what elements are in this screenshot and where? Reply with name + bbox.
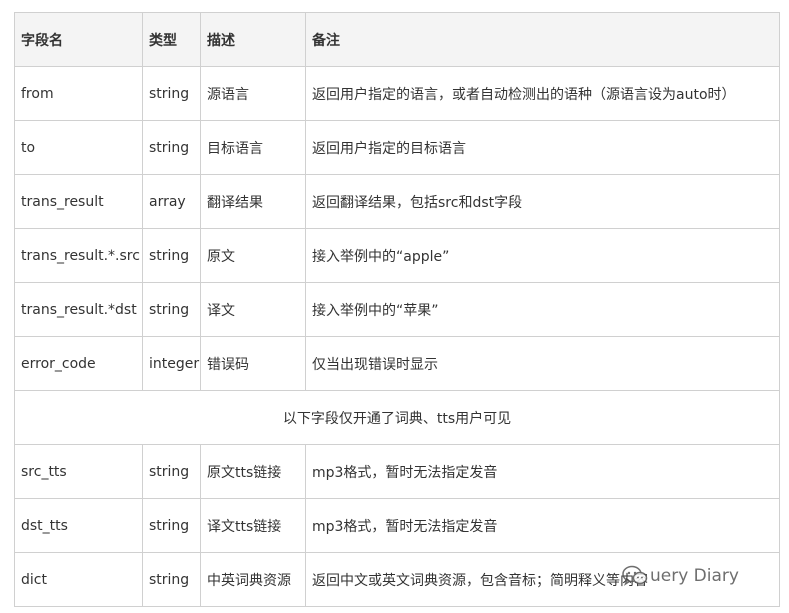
cell-note: 返回用户指定的目标语言 xyxy=(305,120,780,175)
cell-field: from xyxy=(14,66,143,121)
table-row: src_tts string 原文tts链接 mp3格式，暂时无法指定发音 xyxy=(14,444,780,499)
watermark: uery Diary xyxy=(622,565,739,587)
cell-note: 返回用户指定的语言，或者自动检测出的语种（源语言设为auto时） xyxy=(305,66,780,121)
table-row: error_code integer 错误码 仅当出现错误时显示 xyxy=(14,336,780,391)
cell-description: 原文 xyxy=(200,228,306,283)
table-header-row: 字段名 类型 描述 备注 xyxy=(14,12,780,67)
cell-type: string xyxy=(142,498,201,553)
cell-type: array xyxy=(142,174,201,229)
cell-note: 接入举例中的“苹果” xyxy=(305,282,780,337)
cell-field: dict xyxy=(14,552,143,607)
cell-description: 目标语言 xyxy=(200,120,306,175)
wechat-icon xyxy=(622,565,648,587)
cell-field: trans_result xyxy=(14,174,143,229)
cell-description: 错误码 xyxy=(200,336,306,391)
cell-type: string xyxy=(142,66,201,121)
cell-description: 中英词典资源 xyxy=(200,552,306,607)
cell-note: mp3格式，暂时无法指定发音 xyxy=(305,444,780,499)
header-description: 描述 xyxy=(200,12,306,67)
table-row: trans_result array 翻译结果 返回翻译结果，包括src和dst… xyxy=(14,174,780,229)
cell-field: error_code xyxy=(14,336,143,391)
cell-description: 源语言 xyxy=(200,66,306,121)
cell-type: string xyxy=(142,228,201,283)
table-row: to string 目标语言 返回用户指定的目标语言 xyxy=(14,120,780,175)
cell-field: trans_result.*dst xyxy=(14,282,143,337)
cell-field: src_tts xyxy=(14,444,143,499)
cell-field: trans_result.*.src xyxy=(14,228,143,283)
cell-type: string xyxy=(142,120,201,175)
cell-note: 仅当出现错误时显示 xyxy=(305,336,780,391)
section-note: 以下字段仅开通了词典、tts用户可见 xyxy=(14,390,780,445)
cell-note: 接入举例中的“apple” xyxy=(305,228,780,283)
header-note: 备注 xyxy=(305,12,780,67)
table-row: trans_result.*.src string 原文 接入举例中的“appl… xyxy=(14,228,780,283)
cell-description: 翻译结果 xyxy=(200,174,306,229)
table-row: from string 源语言 返回用户指定的语言，或者自动检测出的语种（源语言… xyxy=(14,66,780,121)
header-field-name: 字段名 xyxy=(14,12,143,67)
cell-note: 返回翻译结果，包括src和dst字段 xyxy=(305,174,780,229)
response-fields-table: 字段名 类型 描述 备注 from string 源语言 返回用户指定的语言，或… xyxy=(14,12,780,607)
cell-description: 译文 xyxy=(200,282,306,337)
table-row: dst_tts string 译文tts链接 mp3格式，暂时无法指定发音 xyxy=(14,498,780,553)
cell-description: 原文tts链接 xyxy=(200,444,306,499)
cell-type: string xyxy=(142,444,201,499)
cell-type: string xyxy=(142,552,201,607)
cell-field: dst_tts xyxy=(14,498,143,553)
fields-table-container: 字段名 类型 描述 备注 from string 源语言 返回用户指定的语言，或… xyxy=(14,12,780,607)
watermark-text: uery Diary xyxy=(650,566,739,586)
table-row: trans_result.*dst string 译文 接入举例中的“苹果” xyxy=(14,282,780,337)
cell-field: to xyxy=(14,120,143,175)
cell-note: mp3格式，暂时无法指定发音 xyxy=(305,498,780,553)
header-type: 类型 xyxy=(142,12,201,67)
cell-description: 译文tts链接 xyxy=(200,498,306,553)
cell-type: integer xyxy=(142,336,201,391)
cell-type: string xyxy=(142,282,201,337)
section-note-row: 以下字段仅开通了词典、tts用户可见 xyxy=(14,390,780,445)
